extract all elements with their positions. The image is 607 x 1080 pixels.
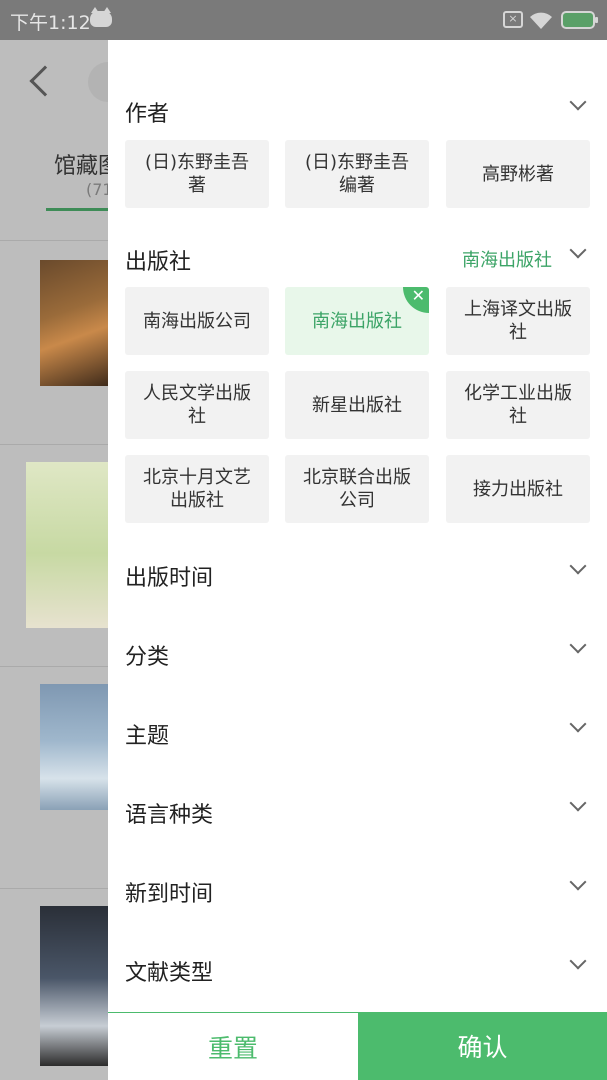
divider (0, 888, 108, 889)
section-title: 新到时间 (125, 882, 214, 907)
no-sim-icon: × (503, 11, 523, 28)
chevron-down-icon[interactable] (569, 715, 587, 733)
section-title: 主题 (125, 724, 170, 749)
wifi-icon (530, 12, 552, 29)
chevron-down-icon[interactable] (569, 93, 587, 111)
publisher-option[interactable]: 人民文学出版社 (125, 371, 269, 439)
section-title: 语言种类 (125, 803, 214, 828)
publisher-option[interactable]: 接力出版社 (446, 455, 590, 523)
book-cover[interactable] (40, 684, 108, 810)
publisher-option[interactable]: 北京十月文艺出版社 (125, 455, 269, 523)
chevron-down-icon[interactable] (569, 241, 587, 259)
divider (0, 240, 108, 241)
section-title: 出版社 (125, 250, 192, 275)
back-arrow-icon[interactable] (29, 65, 61, 97)
chevron-down-icon[interactable] (569, 557, 587, 575)
battery-icon (561, 11, 598, 29)
section-doctype-header[interactable]: 文献类型 (108, 951, 607, 991)
author-option[interactable]: (日)东野圭吾编著 (285, 140, 429, 208)
publisher-option[interactable]: 上海译文出版社 (446, 287, 590, 355)
chevron-down-icon[interactable] (569, 952, 587, 970)
book-cover[interactable] (26, 462, 108, 628)
publisher-option-selected[interactable]: 南海出版社 ✕ (285, 287, 429, 355)
selected-publisher: 南海出版社 (462, 250, 552, 271)
author-option[interactable]: (日)东野圭吾著 (125, 140, 269, 208)
chevron-down-icon[interactable] (569, 636, 587, 654)
publisher-option[interactable]: 化学工业出版社 (446, 371, 590, 439)
divider (0, 444, 108, 445)
book-cover[interactable] (40, 906, 108, 1066)
section-author-header[interactable]: 作者 (108, 92, 607, 132)
tab-collection[interactable]: 馆藏图 (54, 148, 108, 180)
avatar (88, 62, 108, 102)
publisher-option[interactable]: 南海出版公司 (125, 287, 269, 355)
background-page: 馆藏图 (71 (0, 40, 108, 1080)
publisher-option[interactable]: 新星出版社 (285, 371, 429, 439)
tab-indicator (46, 208, 108, 211)
confirm-button[interactable]: 确认 (358, 1012, 607, 1080)
section-pubtime-header[interactable]: 出版时间 (108, 556, 607, 596)
section-title: 分类 (125, 645, 170, 670)
section-title: 作者 (125, 102, 170, 127)
divider (0, 666, 108, 667)
chevron-down-icon[interactable] (569, 794, 587, 812)
publisher-option[interactable]: 北京联合出版公司 (285, 455, 429, 523)
remove-selection-icon[interactable]: ✕ (403, 287, 429, 313)
section-title: 文献类型 (125, 961, 214, 986)
status-bar: 下午1:12 × (0, 0, 607, 40)
section-subject-header[interactable]: 主题 (108, 714, 607, 754)
tab-count: (71 (86, 180, 108, 199)
chevron-down-icon[interactable] (569, 873, 587, 891)
section-language-header[interactable]: 语言种类 (108, 793, 607, 833)
cat-icon (90, 7, 112, 27)
book-cover[interactable] (40, 260, 108, 386)
filter-drawer: 作者 (日)东野圭吾著 (日)东野圭吾编著 高野彬著 出版社 南海出版社 南海出… (108, 40, 607, 1080)
section-newarrival-header[interactable]: 新到时间 (108, 872, 607, 912)
author-option[interactable]: 高野彬著 (446, 140, 590, 208)
section-title: 出版时间 (125, 566, 214, 591)
section-category-header[interactable]: 分类 (108, 635, 607, 675)
status-time: 下午1:12 (10, 12, 91, 34)
section-publisher-header[interactable]: 出版社 南海出版社 (108, 240, 607, 280)
reset-button[interactable]: 重置 (108, 1012, 358, 1080)
